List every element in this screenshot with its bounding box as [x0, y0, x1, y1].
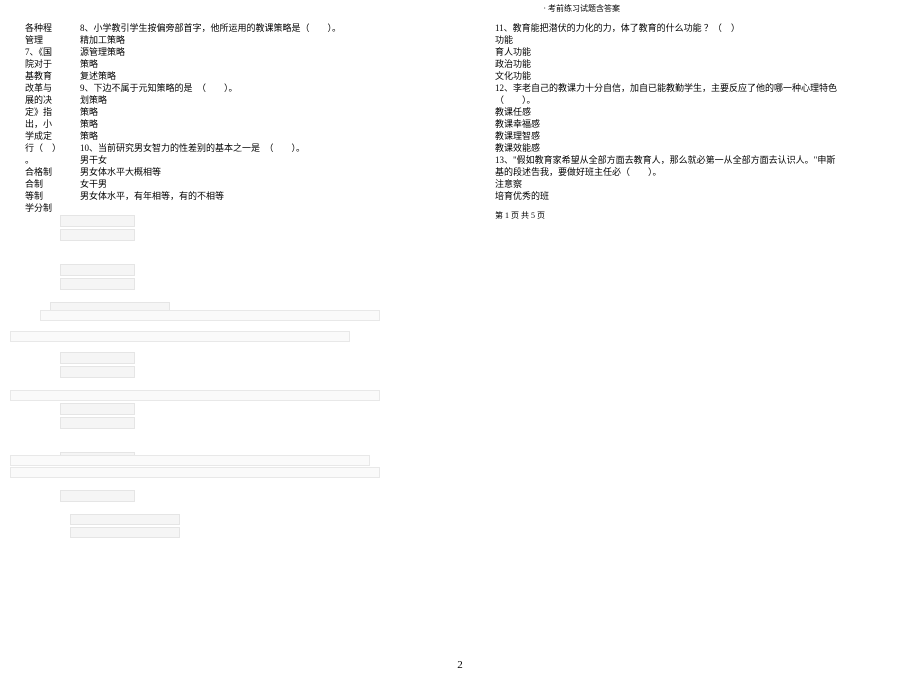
option: 教课理智感 — [495, 130, 895, 142]
placeholder — [70, 527, 180, 538]
placeholder — [10, 455, 370, 466]
question-8-row: 各种程8、小学教引学生按偏旁部首字，他所运用的教课策略是（ ）。 — [25, 22, 455, 34]
placeholder — [10, 467, 380, 478]
left-column: 各种程8、小学教引学生按偏旁部首字，他所运用的教课策略是（ ）。 管理精加工策略… — [25, 22, 455, 214]
option-row: 基教育复述策略 — [25, 70, 455, 82]
placeholder-boxes — [25, 455, 425, 538]
placeholder-boxes — [25, 215, 425, 313]
placeholder — [40, 310, 380, 321]
option: 政治功能 — [495, 58, 895, 70]
option-row: 学成定策略 — [25, 130, 455, 142]
label: 。 — [25, 154, 80, 166]
option: 文化功能 — [495, 70, 895, 82]
content: 精加工策略 — [80, 34, 125, 46]
option-row: 等制男女体水平，有年相等，有的不相等 — [25, 190, 455, 202]
option-row: 展的决划策略 — [25, 94, 455, 106]
placeholder-boxes — [25, 310, 425, 464]
question-12-cont: （ ）。 — [495, 94, 895, 106]
placeholder — [10, 390, 380, 401]
content: 10、当前研究男女智力的性差别的基本之一是 （ ）。 — [80, 142, 305, 154]
content: 源管理策略 — [80, 46, 125, 58]
option: 教课任感 — [495, 106, 895, 118]
content: 策略 — [80, 130, 98, 142]
content: 男干女 — [80, 154, 107, 166]
right-column: 11、教育能把潜伏的力化的力，体了教育的什么功能 ？（ ） 功能 育人功能 政治… — [495, 22, 895, 202]
question-12: 12、李老自己的教课力十分自信，加自已能教勤学生，主要反应了他的哪一种心理特色 — [495, 82, 895, 94]
question-13-cont: 基的段述告我，要做好班主任必（ ）。 — [495, 166, 895, 178]
label: 管理 — [25, 34, 80, 46]
label: 展的决 — [25, 94, 80, 106]
header-title: · 考前练习试题含答案 — [543, 3, 620, 14]
content: 策略 — [80, 106, 98, 118]
placeholder — [60, 215, 135, 227]
option: 培育优秀的班 — [495, 190, 895, 202]
option: 育人功能 — [495, 46, 895, 58]
content: 划策略 — [80, 94, 107, 106]
content: 男女体水平，有年相等，有的不相等 — [80, 190, 224, 202]
page-indicator: 第 1 页 共 5 页 — [495, 210, 545, 221]
placeholder — [60, 366, 135, 378]
question-10-row: 行（ ）10、当前研究男女智力的性差别的基本之一是 （ ）。 — [25, 142, 455, 154]
placeholder — [70, 514, 180, 525]
content: 8、小学教引学生按偏旁部首字，他所运用的教课策略是（ ）。 — [80, 22, 341, 34]
content: 女干男 — [80, 178, 107, 190]
content: 策略 — [80, 118, 98, 130]
label: 7、《国 — [25, 46, 80, 58]
option-row: 7、《国源管理策略 — [25, 46, 455, 58]
placeholder — [60, 352, 135, 364]
option-row: 院对于策略 — [25, 58, 455, 70]
placeholder — [10, 331, 350, 342]
label: 出，小 — [25, 118, 80, 130]
label: 基教育 — [25, 70, 80, 82]
question-13: 13、"假如教育家希望从全部方面去教育人，那么就必第一从全部方面去认识人。"申斯 — [495, 154, 895, 166]
option-row: 。男干女 — [25, 154, 455, 166]
label: 学分制 — [25, 202, 80, 214]
label: 学成定 — [25, 130, 80, 142]
option: 教课效能感 — [495, 142, 895, 154]
label: 等制 — [25, 190, 80, 202]
label: 各种程 — [25, 22, 80, 34]
label: 定》指 — [25, 106, 80, 118]
placeholder — [60, 417, 135, 429]
label: 行（ ） — [25, 142, 80, 154]
question-9-row: 改革与9、下边不属于元知策略的是 （ ）。 — [25, 82, 455, 94]
option-row: 管理精加工策略 — [25, 34, 455, 46]
label: 合制 — [25, 178, 80, 190]
placeholder — [60, 264, 135, 276]
option: 教课幸福感 — [495, 118, 895, 130]
label: 改革与 — [25, 82, 80, 94]
content: 男女体水平大概相等 — [80, 166, 161, 178]
placeholder — [60, 229, 135, 241]
option-row: 定》指策略 — [25, 106, 455, 118]
placeholder — [60, 403, 135, 415]
option-row: 出，小策略 — [25, 118, 455, 130]
option-row: 合格制男女体水平大概相等 — [25, 166, 455, 178]
option-row: 合制女干男 — [25, 178, 455, 190]
content: 策略 — [80, 58, 98, 70]
label: 院对于 — [25, 58, 80, 70]
placeholder — [60, 490, 135, 502]
placeholder — [60, 278, 135, 290]
content: 9、下边不属于元知策略的是 （ ）。 — [80, 82, 238, 94]
question-11: 11、教育能把潜伏的力化的力，体了教育的什么功能 ？（ ） — [495, 22, 895, 34]
option: 功能 — [495, 34, 895, 46]
page-number: 2 — [457, 659, 463, 671]
option: 注意察 — [495, 178, 895, 190]
label: 合格制 — [25, 166, 80, 178]
content: 复述策略 — [80, 70, 116, 82]
option-row: 学分制 — [25, 202, 455, 214]
